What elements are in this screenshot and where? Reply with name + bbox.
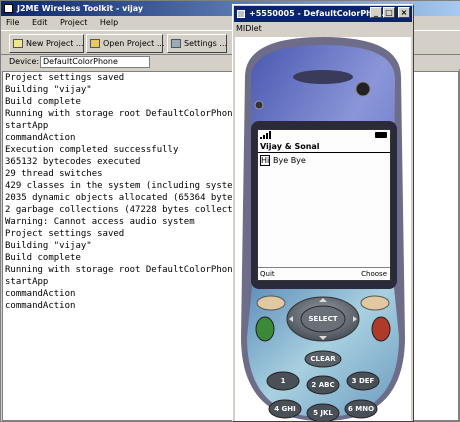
text-input-field[interactable]: Hi <box>260 155 270 166</box>
new-project-button[interactable]: New Project ... <box>9 34 84 53</box>
key-2-label[interactable]: 2 ABC <box>307 381 339 389</box>
soft-key-left <box>256 295 286 311</box>
menu-file[interactable]: File <box>1 16 24 27</box>
soft-key-choose[interactable]: Choose <box>361 270 387 278</box>
console-line: 2035 dynamic objects allocated (65364 by… <box>5 193 244 203</box>
console-line: Execution completed successfully <box>5 145 179 155</box>
close-button[interactable]: × <box>398 7 410 18</box>
console-line: Running with storage root DefaultColorPh… <box>5 109 238 119</box>
console-line: 29 thread switches <box>5 169 103 179</box>
midlet-menu[interactable]: MIDlet <box>236 23 262 35</box>
soft-key-quit[interactable]: Quit <box>260 270 275 278</box>
console-line: commandAction <box>5 301 76 311</box>
console-line: 429 classes in the system (including sys… <box>5 181 255 191</box>
settings-button[interactable]: Settings ... <box>167 34 227 53</box>
console-line: Project settings saved <box>5 229 125 239</box>
camera-lens <box>355 81 371 97</box>
console-line: Running with storage root DefaultColorPh… <box>5 265 238 275</box>
soft-key-right <box>360 295 390 311</box>
key-6-label[interactable]: 6 MNO <box>345 405 377 413</box>
phone-skin: SELECT CLEAR 1 2 ABC 3 DEF 4 GHI 5 JKL 6… <box>235 37 411 421</box>
indicator-light <box>254 100 264 110</box>
end-key <box>371 316 391 342</box>
settings-label: Settings ... <box>184 39 227 48</box>
console-line: Building "vijay" <box>5 85 92 95</box>
clear-key-label[interactable]: CLEAR <box>305 355 341 363</box>
emulator-window: +5550005 - DefaultColorPho... _ □ × MIDl… <box>232 4 414 422</box>
open-folder-icon <box>90 39 100 48</box>
device-label: Device: <box>9 57 40 66</box>
new-project-icon <box>13 39 23 48</box>
key-3-label[interactable]: 3 DEF <box>347 377 379 385</box>
open-project-button[interactable]: Open Project ... <box>86 34 165 53</box>
console-line: Build complete <box>5 97 81 107</box>
signal-strength-icon <box>260 131 271 139</box>
console-line: Building "vijay" <box>5 241 92 251</box>
soft-key-divider <box>258 267 390 268</box>
earpiece <box>293 70 353 84</box>
console-line: 2 garbage collections (47228 bytes colle… <box>5 205 249 215</box>
key-5-label[interactable]: 5 JKL <box>307 409 339 417</box>
status-strip <box>258 130 390 140</box>
battery-icon <box>375 132 387 138</box>
key-4-label[interactable]: 4 GHI <box>269 405 301 413</box>
maximize-button[interactable]: □ <box>383 7 395 18</box>
menu-help[interactable]: Help <box>95 16 123 27</box>
open-project-label: Open Project ... <box>103 39 165 48</box>
console-line: Project settings saved <box>5 73 125 83</box>
console-line: startApp <box>5 121 49 131</box>
console-line: 365132 bytecodes executed <box>5 157 141 167</box>
toolkit-title: J2ME Wireless Toolkit - vijay <box>17 4 144 13</box>
menu-project[interactable]: Project <box>55 16 92 27</box>
console-line: commandAction <box>5 133 76 143</box>
title-divider <box>258 152 390 153</box>
phone-screen: Vijay & Sonal Hi Bye Bye Quit Choose <box>257 129 391 281</box>
screen-text: Bye Bye <box>273 156 306 165</box>
phone-icon <box>237 10 245 18</box>
form-title: Vijay & Sonal <box>260 142 320 151</box>
device-select[interactable]: DefaultColorPhone <box>40 56 150 68</box>
send-key <box>255 316 275 342</box>
console-line: Warning: Cannot access audio system <box>5 217 195 227</box>
new-project-label: New Project ... <box>26 39 84 48</box>
menu-edit[interactable]: Edit <box>27 16 53 27</box>
minimize-button[interactable]: _ <box>370 7 382 18</box>
app-icon <box>4 4 13 13</box>
emulator-title: +5550005 - DefaultColorPho... <box>249 9 387 18</box>
select-key-label[interactable]: SELECT <box>307 315 339 323</box>
console-line: commandAction <box>5 289 76 299</box>
key-1-label[interactable]: 1 <box>268 377 298 385</box>
settings-icon <box>171 39 181 48</box>
console-line: Build complete <box>5 253 81 263</box>
console-line: startApp <box>5 277 49 287</box>
